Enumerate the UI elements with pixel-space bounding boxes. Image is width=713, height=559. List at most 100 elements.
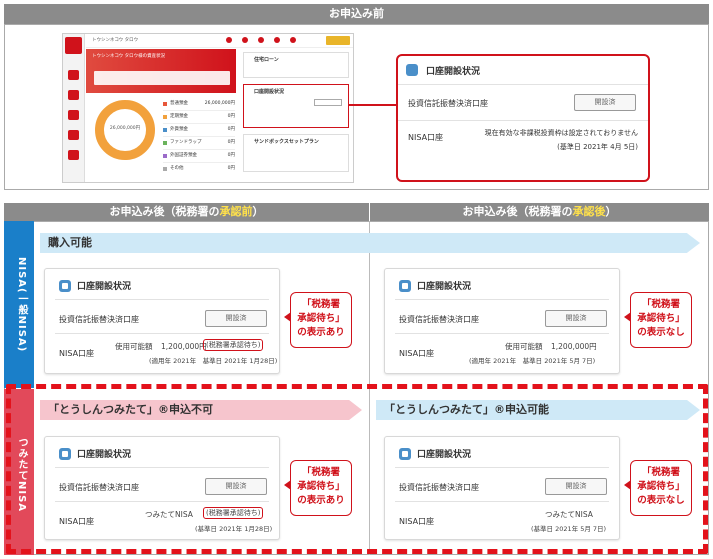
opened-button[interactable]: 開設済 <box>545 478 607 495</box>
row2-label: NISA口座 <box>59 349 95 358</box>
legend-label: 定期預金 <box>170 114 188 119</box>
help-icon[interactable] <box>274 37 280 43</box>
card-title: 口座開設状況 <box>59 279 131 292</box>
bell-icon[interactable] <box>242 37 248 43</box>
nisa-kind: つみたてNISA <box>545 510 593 519</box>
legend-value: 26,000,000円 <box>204 101 235 106</box>
card-title: 口座開設状況 <box>59 447 131 460</box>
amount-label: 使用可能額 <box>115 342 153 351</box>
row1-label: 投資信託振替決済口座 <box>399 483 479 492</box>
legend-value: 0円 <box>227 114 235 119</box>
legend-label: その他 <box>170 166 184 171</box>
thumb-balance-box <box>94 71 230 85</box>
header-text: ） <box>605 205 617 218</box>
account-icon <box>406 64 418 76</box>
legend-item: 定期預金 0円 <box>163 111 235 124</box>
callout-line: 「税務署 <box>641 299 680 310</box>
nisa-kind: つみたてNISA <box>145 510 193 519</box>
menu-icon-4[interactable] <box>68 130 79 140</box>
row1-label: 投資信託振替決済口座 <box>399 315 479 324</box>
opened-button[interactable]: 開設済 <box>545 310 607 327</box>
card-title-text: 口座開設状況 <box>77 450 132 460</box>
divider <box>395 467 609 468</box>
thumb-account-widget[interactable]: 口座開設状況 <box>243 84 349 128</box>
row1-label: 投資信託振替決済口座 <box>59 315 139 324</box>
zoom-row2-text: 現在有効な非課税投資枠は設定されておりません <box>484 129 638 137</box>
nisa-side-label: NISA(一般NISA) <box>16 257 27 353</box>
divider <box>398 120 648 121</box>
account-icon <box>399 447 411 460</box>
mail-icon[interactable] <box>226 37 232 43</box>
amount-label: 使用可能額 <box>505 342 543 351</box>
date-note: (基準日 2021年 1月28日) <box>195 525 273 533</box>
thumb-legend: 普通預金 26,000,000円 定期預金 0円 外貨預金 0円 ファンドラップ 0円 … <box>163 98 235 176</box>
gear-icon[interactable] <box>258 37 264 43</box>
divider <box>395 299 609 300</box>
dashboard-thumbnail: トウシンネコウ タロウ トウシンネコウ タロウ様の資産状況 26,000,000… <box>62 33 354 183</box>
divider <box>55 299 269 300</box>
divider <box>55 467 269 468</box>
divider <box>55 501 269 502</box>
thumb-mortgage-title: 住宅ローン <box>254 57 279 63</box>
opened-button[interactable]: 開設済 <box>205 478 267 495</box>
callout-line: の表示あり <box>297 495 345 506</box>
card-title-text: 口座開設状況 <box>417 450 472 460</box>
zoom-connector <box>348 104 396 106</box>
home-icon[interactable] <box>65 37 82 54</box>
opened-button[interactable]: 開設済 <box>574 94 636 111</box>
callout-line: 承認待ち」 <box>297 313 345 324</box>
donut-total: 26,000,000円 <box>109 126 141 131</box>
callout-line: 「税務署 <box>641 467 680 478</box>
legend-label: 外国証券預金 <box>170 153 197 158</box>
thumb-mortgage-widget[interactable]: 住宅ローン <box>243 52 349 78</box>
nisa-right-card: 口座開設状況 投資信託振替決済口座 開設済 NISA口座 使用可能額 1,200… <box>384 268 620 374</box>
header-text: ） <box>252 205 264 218</box>
opened-button[interactable]: 開設済 <box>205 310 267 327</box>
menu-icon-1[interactable] <box>68 70 79 80</box>
legend-value: 0円 <box>227 127 235 132</box>
date-note: (適用年 2021年 基準日 2021年 1月28日) <box>149 357 278 365</box>
account-icon <box>59 447 71 460</box>
zoom-row1-label: 投資信託振替決済口座 <box>408 99 488 108</box>
legend-label: 普通預金 <box>170 101 188 106</box>
legend-item: 外貨預金 0円 <box>163 124 235 137</box>
account-icon <box>399 279 411 292</box>
menu-icon-2[interactable] <box>68 90 79 100</box>
zoom-card: 口座開設状況 投資信託振替決済口座 開設済 NISA口座 現在有効な非課税投資枠… <box>396 54 650 182</box>
legend-value: 0円 <box>227 153 235 158</box>
legend-label: 外貨預金 <box>170 127 188 132</box>
thumb-hello: トウシンネコウ タロウ様の資産状況 <box>92 54 166 59</box>
legend-value: 0円 <box>227 140 235 145</box>
card-title-text: 口座開設状況 <box>417 282 472 292</box>
thumb-plan-title: サンドボックスセットプラン <box>254 139 319 145</box>
menu-icon-3[interactable] <box>68 110 79 120</box>
legend-item: 普通預金 26,000,000円 <box>163 98 235 111</box>
thumb-plan-widget[interactable]: サンドボックスセットプラン <box>243 134 349 172</box>
callout-line: の表示なし <box>637 495 685 506</box>
amount-value: 1,200,000円 <box>551 342 597 351</box>
tsumitate-banner-right: 「とうしんつみたて」®申込可能 <box>376 400 700 420</box>
thumb-open-button[interactable] <box>314 99 342 106</box>
zoom-row2-date: (基準日 2021年 4月 5日) <box>557 143 638 151</box>
callout-line: 承認待ち」 <box>637 313 685 324</box>
divider <box>55 333 269 334</box>
thumb-topbar: トウシンネコウ タロウ <box>86 34 353 48</box>
pending-badge: (税務署承認待ち) <box>203 339 264 351</box>
account-icon <box>59 279 71 292</box>
row1-label: 投資信託振替決済口座 <box>59 483 139 492</box>
header-text: お申込み後（税務署の <box>462 205 573 218</box>
callout-line: 「税務署 <box>301 467 340 478</box>
date-note: (適用年 2021年 基準日 2021年 5月 7日) <box>469 357 596 365</box>
legend-item: その他 0円 <box>163 163 235 176</box>
thumb-brand: トウシンネコウ タロウ <box>92 38 139 43</box>
callout-line: 承認待ち」 <box>637 481 685 492</box>
tsumitate-right-card: 口座開設状況 投資信託振替決済口座 開設済 NISA口座 つみたてNISA (基… <box>384 436 620 540</box>
header-highlight: 承認前 <box>219 205 253 218</box>
callout-line: 「税務署 <box>301 299 340 310</box>
callout-right-nisa: 「税務署 承認待ち」 の表示なし <box>624 292 692 348</box>
thumb-hero: トウシンネコウ タロウ様の資産状況 <box>86 49 236 93</box>
pending-badge: (税務署承認待ち) <box>203 507 264 519</box>
logout-button[interactable] <box>326 36 350 45</box>
user-icon[interactable] <box>290 37 296 43</box>
menu-icon-5[interactable] <box>68 150 79 160</box>
